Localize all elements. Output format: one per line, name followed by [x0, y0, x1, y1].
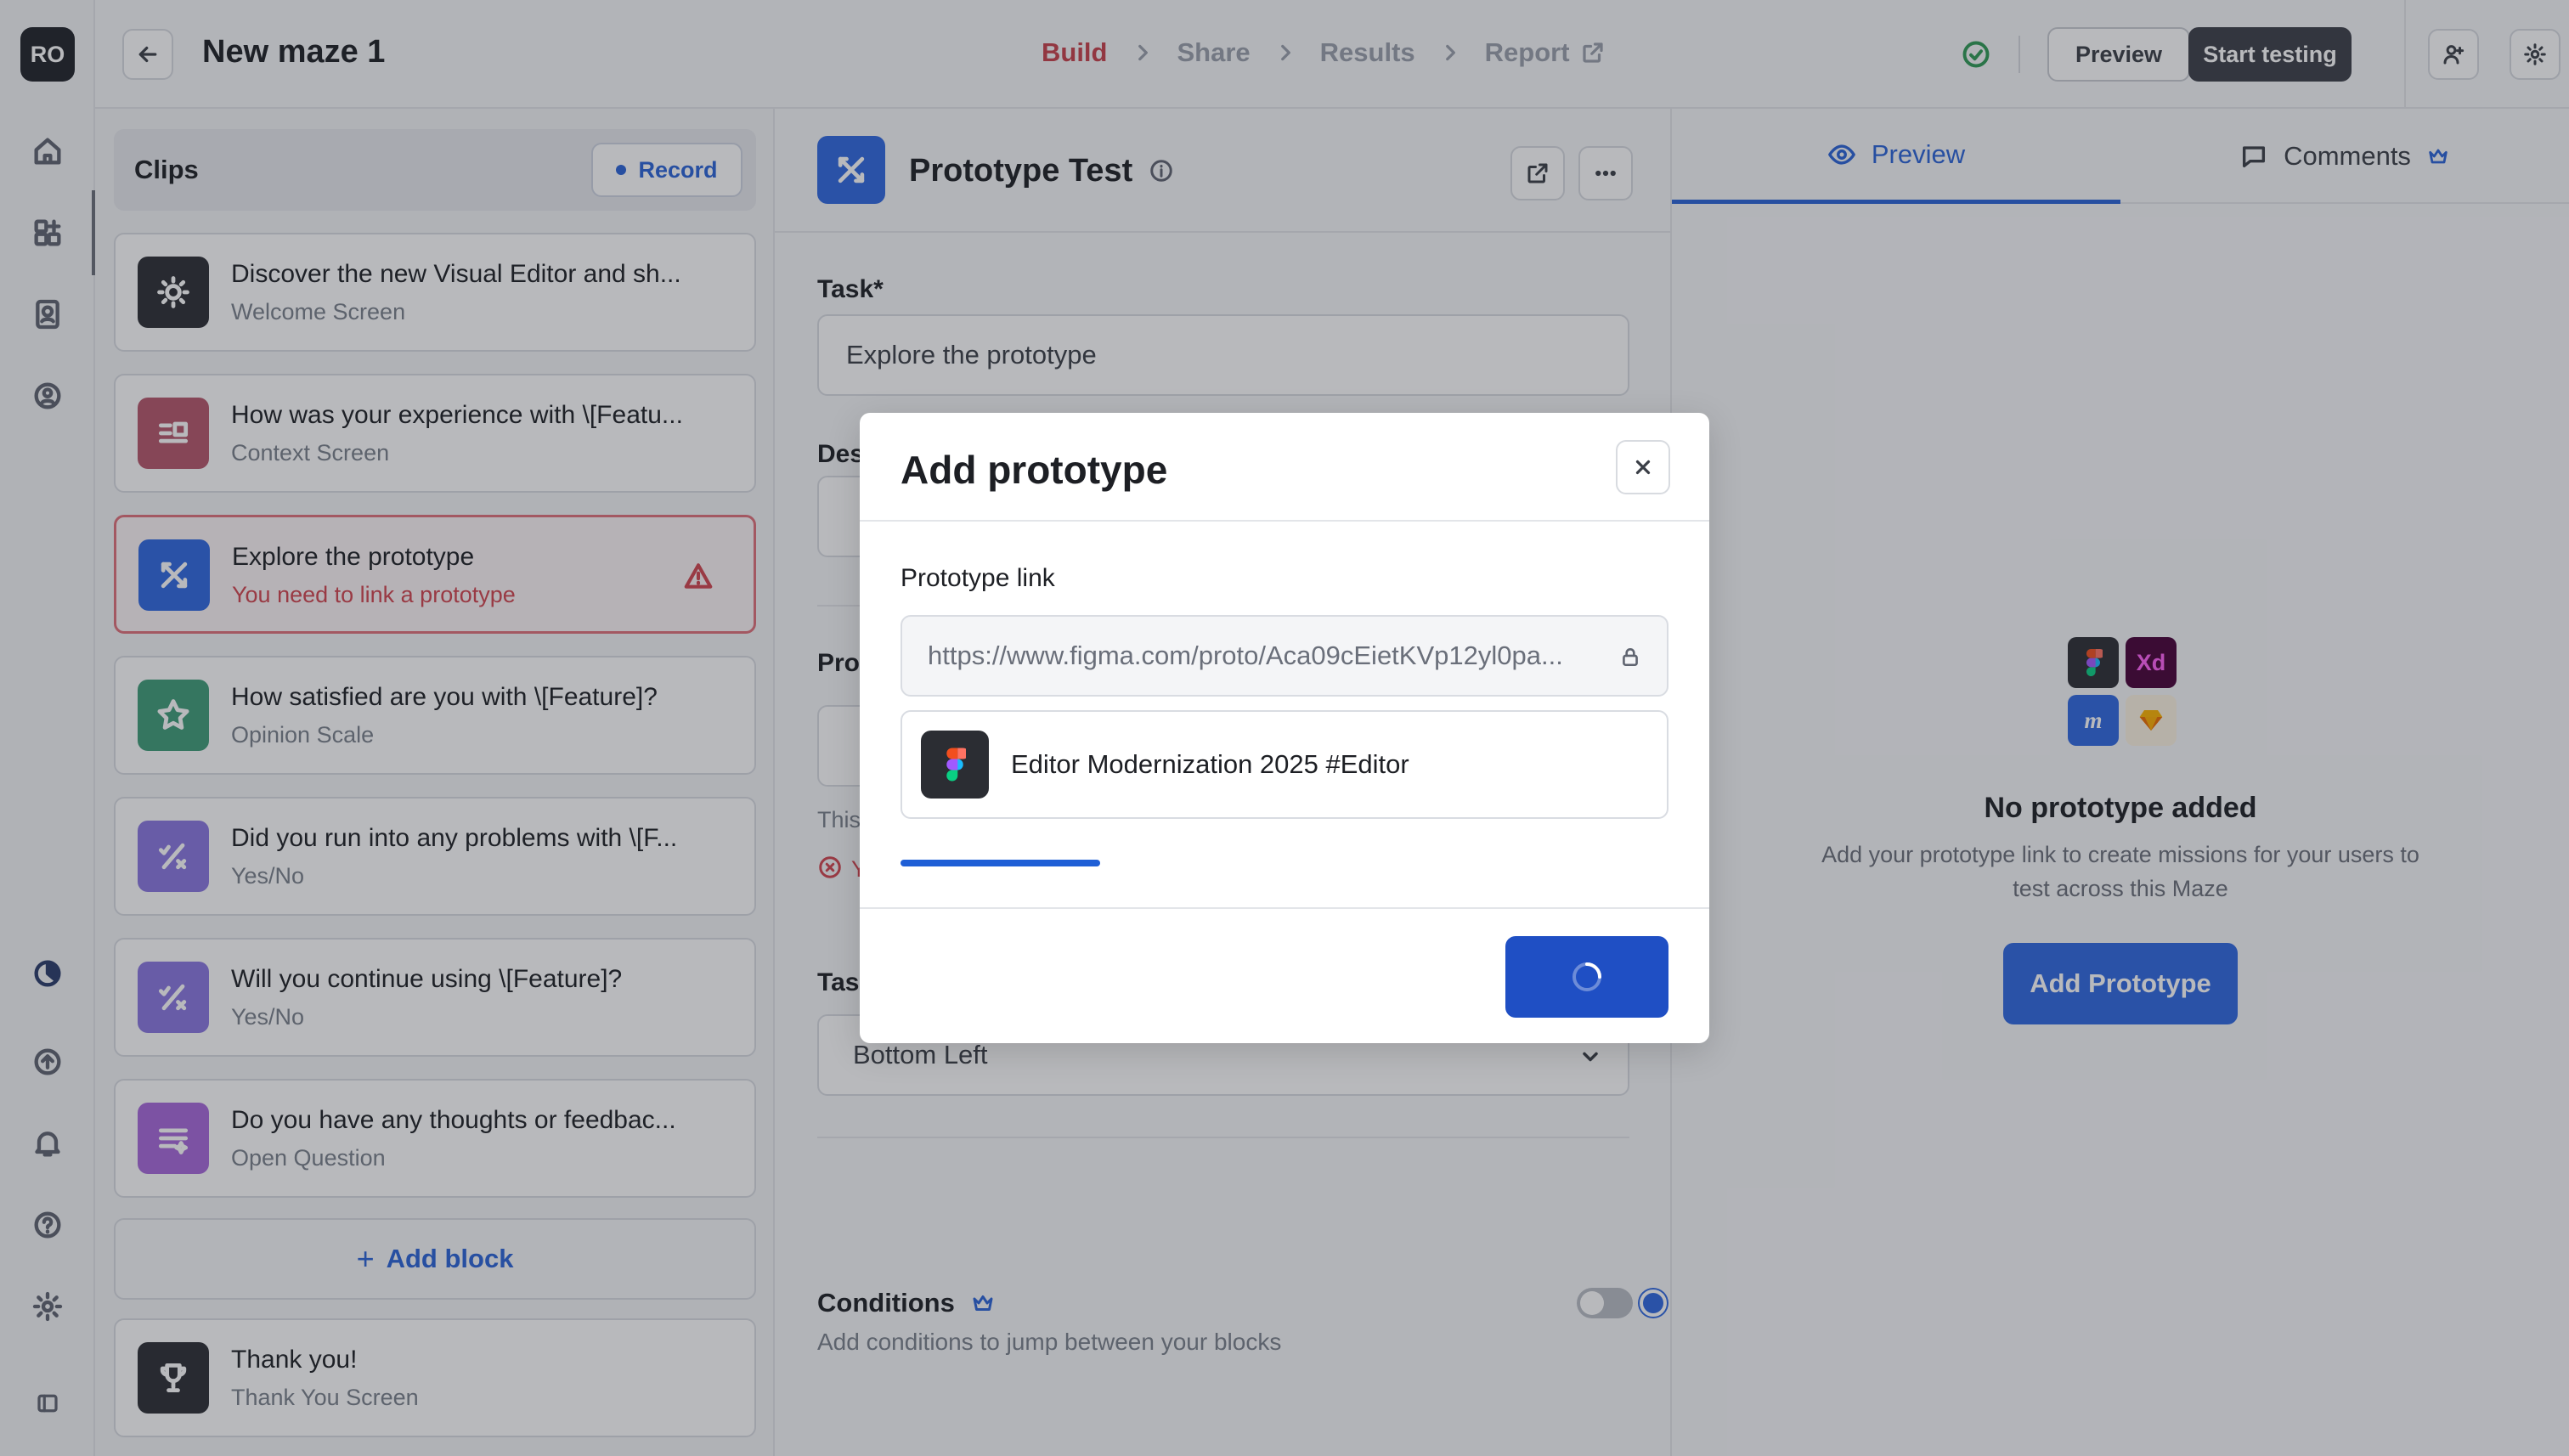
submit-button-loading[interactable]: [1505, 936, 1668, 1018]
prototype-file-card[interactable]: Editor Modernization 2025 #Editor: [901, 710, 1668, 819]
divider: [860, 907, 1709, 909]
add-prototype-modal: Add prototype Prototype link Editor Mode…: [860, 413, 1709, 1043]
prototype-link-input[interactable]: [928, 617, 1599, 695]
modal-title: Add prototype: [901, 448, 1168, 492]
import-progress-bar: [901, 860, 1100, 866]
prototype-file-name: Editor Modernization 2025 #Editor: [1011, 749, 1409, 779]
divider: [860, 520, 1709, 522]
prototype-link-field[interactable]: [901, 615, 1668, 697]
figma-icon: [921, 731, 989, 799]
close-button[interactable]: [1616, 440, 1670, 494]
prototype-link-label: Prototype link: [901, 564, 1055, 592]
lock-icon: [1619, 646, 1641, 668]
spinner-icon: [1572, 962, 1601, 991]
close-icon: [1635, 460, 1651, 475]
